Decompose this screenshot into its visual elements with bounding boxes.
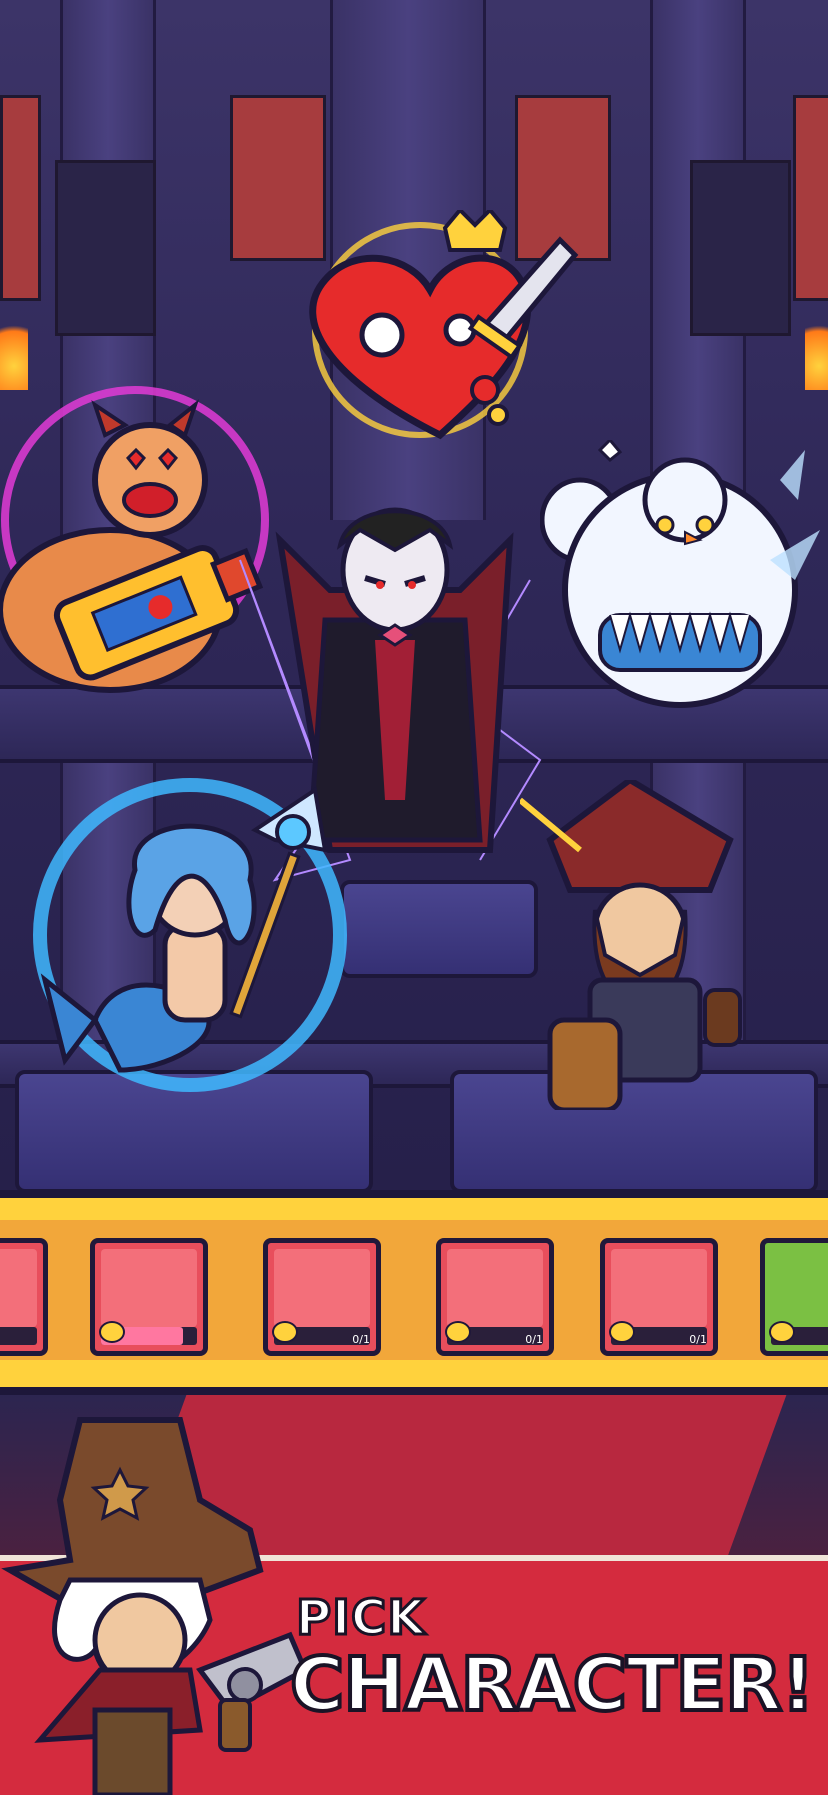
game-stage: 0/1 0/1 0/1 PICK CHARACTER!	[0, 0, 828, 1795]
card-count: 0/1	[352, 1333, 370, 1346]
card-portrait	[611, 1249, 707, 1327]
shard-icon	[769, 1321, 795, 1343]
banner-red-edge-left	[0, 95, 41, 301]
card-count: 0/1	[689, 1333, 707, 1346]
heart-king-character[interactable]	[270, 210, 600, 460]
cowboy-character[interactable]	[0, 1410, 320, 1795]
card-portrait	[101, 1249, 197, 1327]
pirate-character[interactable]	[520, 780, 780, 1110]
banner-dark-right	[690, 160, 791, 336]
torch-flame-right	[805, 310, 828, 390]
card-progress-bar	[0, 1327, 37, 1345]
roster-strip: 0/1 0/1 0/1	[0, 1190, 828, 1395]
cowboy-card[interactable]: 0/1	[600, 1238, 718, 1356]
snow-golem-character[interactable]	[540, 440, 828, 720]
shard-icon	[272, 1321, 298, 1343]
old-sage-card[interactable]: 0/1	[263, 1238, 381, 1356]
headline-line1: PICK	[294, 1589, 426, 1648]
card-portrait	[0, 1249, 37, 1327]
mermaid-card[interactable]	[90, 1238, 208, 1356]
mermaid-character[interactable]	[25, 770, 375, 1100]
shard-icon	[99, 1321, 125, 1343]
pig-demon-card[interactable]: 0/1	[436, 1238, 554, 1356]
card-count: 0/1	[525, 1333, 543, 1346]
snow-queen-card[interactable]	[0, 1238, 48, 1356]
banner-dark-left	[55, 160, 156, 336]
shard-icon	[445, 1321, 471, 1343]
headline-line2: CHARACTER!	[288, 1640, 817, 1730]
card-portrait	[771, 1249, 828, 1327]
heart-knight-card[interactable]	[760, 1238, 828, 1356]
card-portrait	[447, 1249, 543, 1327]
banner-red-edge-right	[793, 95, 828, 301]
shard-icon	[609, 1321, 635, 1343]
card-portrait	[274, 1249, 370, 1327]
torch-flame-left	[0, 310, 28, 390]
